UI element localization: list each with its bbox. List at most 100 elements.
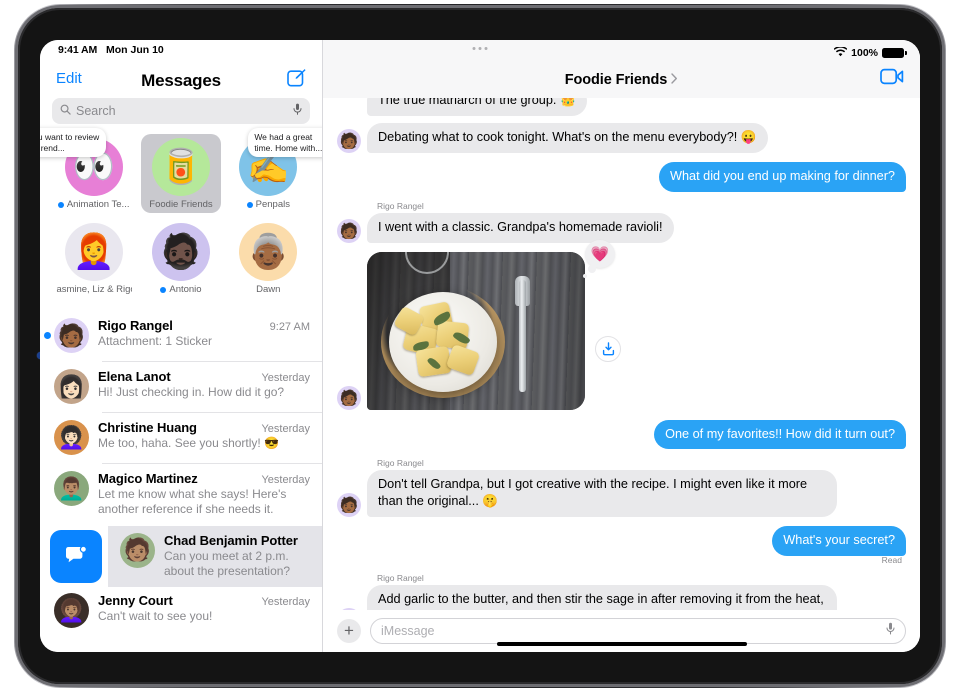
pinned-conversation-jasmine-liz-rigo[interactable]: 👩‍🦰 Jasmine, Liz & Rigo	[54, 219, 134, 298]
unread-dot	[57, 201, 64, 208]
message-bubble[interactable]: Don't tell Grandpa, but I got creative w…	[362, 470, 837, 518]
avatar-emoji: 👩🏻‍🦱	[57, 424, 86, 450]
add-attachment-icon[interactable]: +	[337, 619, 361, 643]
avatar: 🧔🏿	[151, 223, 210, 281]
pinned-conversation-dawn[interactable]: 👵🏾 Dawn	[228, 219, 308, 298]
edit-button[interactable]: Edit	[56, 70, 82, 87]
chevron-right-icon	[671, 71, 678, 89]
timestamp: Yesterday	[261, 596, 310, 609]
pinned-label-text: Dawn	[256, 284, 281, 295]
message-preview: Me too, haha. See you shortly! 😎	[98, 436, 280, 450]
contact-name: Rigo Rangel	[98, 318, 173, 333]
message-row: 🧑🏾 Rigo Rangel Don't tell Grandpa, but I…	[337, 458, 906, 518]
message-bubble[interactable]: What's your secret?	[772, 526, 911, 557]
list-item[interactable]: 👩🏻 Elena Lanot Yesterday Hi! Just checki…	[40, 361, 322, 412]
list-item-header: Rigo Rangel 9:27 AM	[98, 318, 310, 333]
message-stack: The true matriarch of the group. 👑	[362, 98, 587, 116]
avatar-emoji: 🧔🏿	[159, 233, 203, 271]
photo-attachment[interactable]	[367, 251, 585, 410]
message-row: 🧑🏾 Debating what to cook tonight. What's…	[337, 122, 906, 153]
contact-name: Chad Benjamin Potter	[164, 532, 298, 548]
list-item-body: Chad Benjamin Potter Can you meet at 2 p…	[164, 533, 312, 580]
message-stack: Rigo Rangel Add garlic to the butter, an…	[367, 573, 837, 610]
avatar: 👩🏻	[54, 369, 89, 404]
pinned-conversation-foodie-friends[interactable]: 🥫 Foodie Friends	[140, 134, 221, 213]
pinned-conversation-antonio[interactable]: 🧔🏿 Antonio	[141, 219, 221, 298]
contact-name: Christine Huang	[98, 420, 197, 435]
pinned-label-text: Jasmine, Liz & Rigo	[55, 284, 132, 295]
list-item[interactable]: 👩🏻‍🦱 Christine Huang Yesterday Me too, h…	[40, 412, 322, 463]
message-stack: One of my favorites!! How did it turn ou…	[654, 419, 911, 450]
message-row-photo: 🧑🏾 💗	[337, 239, 906, 410]
timestamp: Yesterday	[261, 474, 310, 486]
unread-dot	[246, 201, 253, 208]
avatar: 🧑🏾	[337, 128, 361, 153]
pinned-label: Antonio	[143, 284, 219, 295]
message-preview: Hi! Just checking in. How did it go?	[98, 385, 285, 399]
message-row: 🧑🏾 Rigo Rangel Add garlic to the butter,…	[337, 573, 906, 610]
pinned-label: Penpals	[230, 199, 306, 210]
pinned-row-1: Do you want to review all the rend... 👀 …	[40, 128, 322, 213]
imessage-input[interactable]: iMessage	[370, 618, 906, 644]
message-row: What did you end up making for dinner?	[337, 161, 911, 192]
pinned-label: Foodie Friends	[143, 199, 219, 210]
avatar-emoji: 🧑🏽	[123, 537, 152, 563]
list-item[interactable]: 👨🏽‍🦱 Magico Martinez Yesterday Let me kn…	[40, 463, 322, 526]
pinned-conversation-penpals[interactable]: We had a great time. Home with... ✍️ Pen…	[228, 128, 322, 213]
list-item[interactable]: 🧑🏽 Chad Benjamin Potter Can you meet at …	[108, 525, 322, 588]
mark-as-unread-icon[interactable]	[50, 529, 102, 584]
message-bubble[interactable]: One of my favorites!! How did it turn ou…	[654, 419, 911, 450]
list-item[interactable]: 👩🏽‍🦱 Jenny Court Yesterday Can't wait to…	[40, 587, 322, 636]
message-bubble[interactable]: What did you end up making for dinner?	[659, 161, 911, 192]
microphone-icon[interactable]	[886, 622, 895, 640]
pinned-label-text: Antonio	[169, 284, 202, 295]
list-item-header: Christine Huang Yesterday	[98, 420, 310, 435]
message-bubble[interactable]: The true matriarch of the group. 👑	[362, 98, 587, 116]
pinned-conversation-animation-team[interactable]: Do you want to review all the rend... 👀 …	[40, 128, 134, 213]
avatar: 🧑🏾	[54, 318, 89, 353]
pinned-conversations: Do you want to review all the rend... 👀 …	[40, 124, 322, 310]
list-item[interactable]: 🧑🏾 Rigo Rangel 9:27 AM Attachment: 1 Sti…	[40, 310, 322, 361]
message-bubble[interactable]: I went with a classic. Grandpa's homemad…	[362, 212, 674, 243]
avatar-emoji: 🧑🏾	[339, 222, 359, 240]
messages-sidebar: Edit Messages Search want to review rend…	[40, 40, 323, 652]
message-bubble[interactable]: Debating what to cook tonight. What's on…	[362, 122, 768, 153]
avatar-emoji: 🥫	[159, 148, 203, 186]
pinned-preview-bubble: Do you want to review all the rend...	[40, 128, 106, 158]
save-to-photos-icon[interactable]	[595, 335, 621, 362]
avatar-emoji: 👩‍🦰	[72, 233, 115, 271]
avatar: 🧑🏾	[337, 385, 361, 410]
conversation-title: Foodie Friends	[564, 72, 668, 88]
avatar-emoji: 🧑🏾	[339, 132, 359, 150]
avatar: 👩‍🦰	[64, 223, 123, 281]
message-stack: What did you end up making for dinner?	[659, 161, 911, 192]
list-item-swiped: 🧑🏽 Chad Benjamin Potter Can you meet at …	[40, 525, 322, 588]
pinned-label-text: Animation Te...	[66, 199, 130, 210]
avatar: 🧑🏾	[337, 493, 361, 518]
photo-fork	[519, 279, 526, 392]
search-input[interactable]: Search	[52, 98, 310, 124]
unread-dot	[44, 332, 51, 339]
timestamp: Yesterday	[261, 372, 310, 384]
message-preview: Can you meet at 2 p.m. about the present…	[164, 548, 291, 579]
message-bubble[interactable]: Add garlic to the butter, and then stir …	[367, 585, 837, 610]
tapback-heart-icon[interactable]: 💗	[585, 239, 615, 273]
avatar-emoji: 👵🏾	[247, 233, 290, 271]
avatar: 🥫	[151, 138, 210, 196]
microphone-icon[interactable]	[293, 102, 302, 120]
home-indicator[interactable]	[496, 642, 747, 646]
conversation-title-button[interactable]: Foodie Friends	[565, 71, 679, 89]
list-item-body: Elena Lanot Yesterday Hi! Just checking …	[98, 369, 310, 400]
list-item-body: Rigo Rangel 9:27 AM Attachment: 1 Sticke…	[98, 318, 310, 349]
conversation-list: 🧑🏾 Rigo Rangel 9:27 AM Attachment: 1 Sti…	[40, 310, 322, 636]
message-stack: Rigo Rangel I went with a classic. Grand…	[362, 201, 674, 243]
pinned-preview-bubble: We had a great time. Home with...	[248, 128, 322, 158]
facetime-video-icon[interactable]	[880, 68, 904, 90]
avatar: 🧑🏾	[337, 218, 361, 243]
list-item-header: Jenny Court Yesterday	[98, 593, 310, 608]
message-list[interactable]: The true matriarch of the group. 👑 🧑🏾 De…	[323, 98, 920, 610]
compose-icon[interactable]	[287, 68, 306, 92]
message-stack: Debating what to cook tonight. What's on…	[362, 122, 768, 153]
contact-name: Jenny Court	[98, 593, 173, 609]
avatar-emoji: 👩🏽‍🦱	[57, 597, 86, 623]
